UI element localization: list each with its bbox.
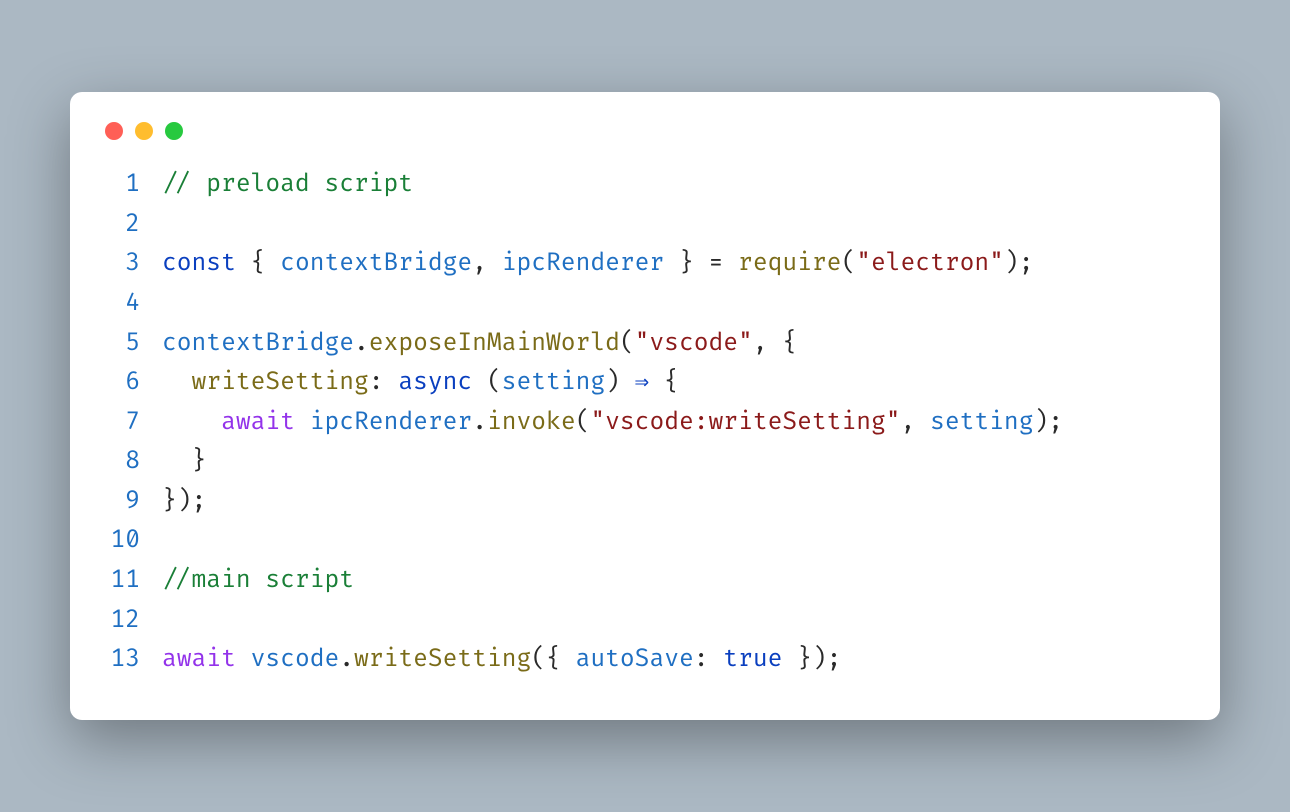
punct: ); bbox=[1033, 408, 1063, 437]
string: "vscode:writeSetting" bbox=[590, 408, 900, 437]
code-content: } bbox=[162, 442, 1190, 482]
code-block: 1 // preload script 2 3 const { contextB… bbox=[100, 165, 1190, 680]
punct: }); bbox=[162, 487, 206, 516]
punct: : bbox=[369, 368, 399, 397]
code-content bbox=[162, 284, 1190, 324]
line-number: 7 bbox=[100, 403, 162, 443]
punct: , bbox=[472, 249, 502, 278]
punct: : bbox=[694, 645, 724, 674]
identifier: contextBridge bbox=[280, 249, 472, 278]
arrow-icon: ⇒ bbox=[635, 368, 649, 397]
indent bbox=[162, 447, 192, 476]
code-line: 3 const { contextBridge, ipcRenderer } =… bbox=[100, 244, 1190, 284]
space bbox=[295, 408, 310, 437]
code-line: 10 bbox=[100, 521, 1190, 561]
identifier: ipcRenderer bbox=[502, 249, 664, 278]
identifier: setting bbox=[502, 368, 605, 397]
keyword: async bbox=[398, 368, 472, 397]
code-content bbox=[162, 205, 1190, 245]
code-content bbox=[162, 601, 1190, 641]
keyword: await bbox=[162, 645, 236, 674]
line-number: 13 bbox=[100, 640, 162, 680]
comment: // preload script bbox=[162, 170, 413, 199]
code-content: }); bbox=[162, 482, 1190, 522]
punct: . bbox=[354, 329, 369, 358]
identifier: ipcRenderer bbox=[310, 408, 472, 437]
identifier: setting bbox=[930, 408, 1033, 437]
punct: } bbox=[192, 447, 207, 476]
line-number: 3 bbox=[100, 244, 162, 284]
punct: } = bbox=[664, 249, 738, 278]
minimize-icon[interactable] bbox=[135, 122, 153, 140]
code-content: writeSetting: async (setting) ⇒ { bbox=[162, 363, 1190, 403]
punct: ); bbox=[1004, 249, 1034, 278]
punct: ( bbox=[472, 368, 502, 397]
property: writeSetting bbox=[192, 368, 369, 397]
code-line: 5 contextBridge.exposeInMainWorld("vscod… bbox=[100, 324, 1190, 364]
keyword: const bbox=[162, 249, 236, 278]
code-line: 9 }); bbox=[100, 482, 1190, 522]
code-line: 11 //main script bbox=[100, 561, 1190, 601]
function: exposeInMainWorld bbox=[369, 329, 620, 358]
space bbox=[236, 645, 251, 674]
keyword: await bbox=[221, 408, 295, 437]
line-number: 6 bbox=[100, 363, 162, 403]
line-number: 1 bbox=[100, 165, 162, 205]
code-content: contextBridge.exposeInMainWorld("vscode"… bbox=[162, 324, 1190, 364]
line-number: 12 bbox=[100, 601, 162, 641]
indent bbox=[162, 368, 192, 397]
code-content: await vscode.writeSetting({ autoSave: tr… bbox=[162, 640, 1190, 680]
punct: ({ bbox=[531, 645, 575, 674]
code-line: 8 } bbox=[100, 442, 1190, 482]
function: require bbox=[738, 249, 841, 278]
boolean: true bbox=[723, 645, 782, 674]
line-number: 2 bbox=[100, 205, 162, 245]
line-number: 5 bbox=[100, 324, 162, 364]
code-line: 1 // preload script bbox=[100, 165, 1190, 205]
identifier: vscode bbox=[251, 645, 340, 674]
code-line: 7 await ipcRenderer.invoke("vscode:write… bbox=[100, 403, 1190, 443]
comment: //main script bbox=[162, 566, 354, 595]
line-number: 9 bbox=[100, 482, 162, 522]
code-content: //main script bbox=[162, 561, 1190, 601]
indent bbox=[162, 408, 221, 437]
line-number: 11 bbox=[100, 561, 162, 601]
maximize-icon[interactable] bbox=[165, 122, 183, 140]
punct: ( bbox=[841, 249, 856, 278]
punct: ) bbox=[605, 368, 635, 397]
code-line: 13 await vscode.writeSetting({ autoSave:… bbox=[100, 640, 1190, 680]
code-line: 12 bbox=[100, 601, 1190, 641]
code-window: 1 // preload script 2 3 const { contextB… bbox=[70, 92, 1220, 720]
punct: ( bbox=[576, 408, 591, 437]
line-number: 10 bbox=[100, 521, 162, 561]
line-number: 8 bbox=[100, 442, 162, 482]
code-content: // preload script bbox=[162, 165, 1190, 205]
punct: { bbox=[649, 368, 679, 397]
code-line: 4 bbox=[100, 284, 1190, 324]
string: "vscode" bbox=[635, 329, 753, 358]
punct: . bbox=[472, 408, 487, 437]
function: writeSetting bbox=[354, 645, 531, 674]
code-content: await ipcRenderer.invoke("vscode:writeSe… bbox=[162, 403, 1190, 443]
traffic-lights bbox=[100, 117, 1190, 165]
punct: }); bbox=[782, 645, 841, 674]
property: autoSave bbox=[576, 645, 694, 674]
punct: . bbox=[339, 645, 354, 674]
punct: , { bbox=[753, 329, 797, 358]
code-content: const { contextBridge, ipcRenderer } = r… bbox=[162, 244, 1190, 284]
code-content bbox=[162, 521, 1190, 561]
string: "electron" bbox=[856, 249, 1004, 278]
punct: ( bbox=[620, 329, 635, 358]
close-icon[interactable] bbox=[105, 122, 123, 140]
identifier: contextBridge bbox=[162, 329, 354, 358]
line-number: 4 bbox=[100, 284, 162, 324]
punct: { bbox=[236, 249, 280, 278]
function: invoke bbox=[487, 408, 576, 437]
code-line: 2 bbox=[100, 205, 1190, 245]
punct: , bbox=[901, 408, 931, 437]
code-line: 6 writeSetting: async (setting) ⇒ { bbox=[100, 363, 1190, 403]
